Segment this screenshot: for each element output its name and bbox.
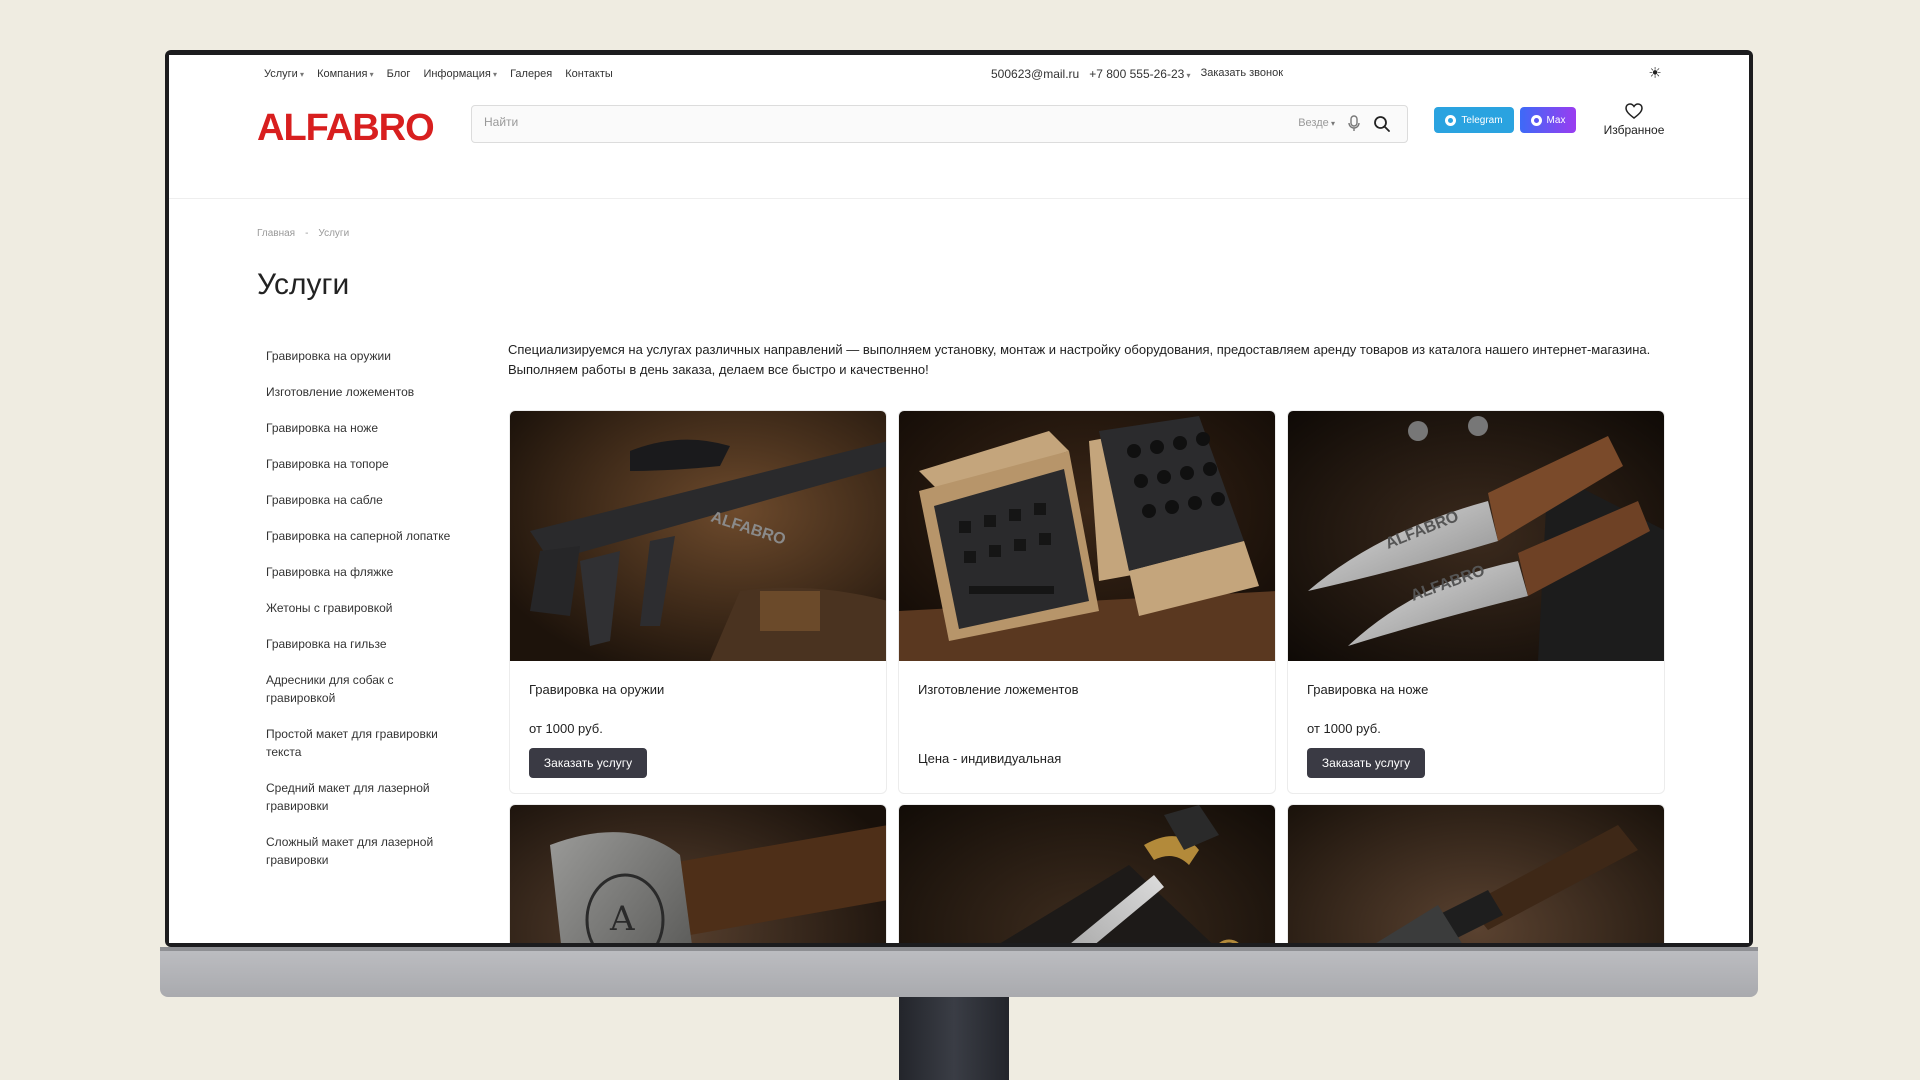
max-label: Max <box>1546 114 1566 126</box>
email-link[interactable]: 500623@mail.ru <box>991 67 1079 81</box>
contacts: 500623@mail.ru +7 800 555-26-23 Заказать… <box>991 67 1283 81</box>
engraved-knives-image[interactable]: ALFABRO ALFABRO <box>1288 411 1664 661</box>
engraved-rifle-image[interactable]: ALFABRO <box>510 411 886 661</box>
monitor-chin <box>160 947 1758 997</box>
engraved-sabre-image[interactable] <box>899 805 1275 943</box>
card-price: от 1000 руб. <box>1307 721 1381 736</box>
card-title[interactable]: Изготовление ложементов <box>918 682 1078 697</box>
max-icon <box>1530 114 1542 126</box>
intro-text: Специализируемся на услугах различных на… <box>508 342 1651 377</box>
topnav-item-blog[interactable]: Блог <box>387 68 411 80</box>
sidebar-item-tokens[interactable]: Жетоны с гравировкой <box>266 599 466 617</box>
sidebar-item-shell-engraving[interactable]: Гравировка на гильзе <box>266 635 466 653</box>
sun-icon[interactable]: ☀ <box>1647 66 1663 82</box>
search-input[interactable] <box>484 115 1184 129</box>
favorites-label: Избранное <box>1603 123 1665 137</box>
sidebar-nav: Гравировка на оружии Изготовление ложеме… <box>266 347 466 887</box>
service-card[interactable]: ALFABRO Гравировка на оружии от 1000 руб… <box>509 410 887 794</box>
search-icon[interactable] <box>1373 115 1391 133</box>
card-price: от 1000 руб. <box>529 721 603 736</box>
topnav-item-contacts[interactable]: Контакты <box>565 68 613 80</box>
heart-icon <box>1625 103 1643 119</box>
top-nav: Услуги Компания Блог Информация Галерея … <box>264 68 613 80</box>
card-title[interactable]: Гравировка на ноже <box>1307 682 1428 697</box>
sidebar-item-complex-layout[interactable]: Сложный макет для лазерной гравировки <box>266 833 466 869</box>
sidebar-item-medium-layout[interactable]: Средний макет для лазерной гравировки <box>266 779 466 815</box>
favorites-button[interactable]: Избранное <box>1599 103 1669 137</box>
topnav-item-services[interactable]: Услуги <box>264 68 304 80</box>
browser-screen: Услуги Компания Блог Информация Галерея … <box>169 55 1749 943</box>
service-card[interactable]: ALFABRO ALFABRO Гравировка на ноже от 10… <box>1287 410 1665 794</box>
telegram-label: Telegram <box>1461 114 1503 126</box>
card-title[interactable]: Гравировка на оружии <box>529 682 664 697</box>
breadcrumb-separator: - <box>305 228 309 239</box>
top-bar: Услуги Компания Блог Информация Галерея … <box>169 55 1749 93</box>
card-price: Цена - индивидуальная <box>918 751 1062 766</box>
telegram-icon <box>1445 114 1457 126</box>
phone-link[interactable]: +7 800 555-26-23 <box>1089 67 1190 81</box>
sidebar-item-sabre-engraving[interactable]: Гравировка на сабле <box>266 491 466 509</box>
service-card[interactable] <box>898 804 1276 943</box>
breadcrumb-home[interactable]: Главная <box>257 228 295 239</box>
svg-text:A: A <box>609 899 635 939</box>
page-title: Услуги <box>257 268 350 301</box>
engraved-shovel-image[interactable]: LFABRO <box>1288 805 1664 943</box>
sidebar-item-shovel-engraving[interactable]: Гравировка на саперной лопатке <box>266 527 466 545</box>
service-card[interactable]: Изготовление ложементов Цена - индивидуа… <box>898 410 1276 794</box>
sidebar-item-knife-engraving[interactable]: Гравировка на ноже <box>266 419 466 437</box>
breadcrumb: Главная - Услуги <box>257 228 349 239</box>
sidebar-item-weapon-engraving[interactable]: Гравировка на оружии <box>266 347 466 365</box>
foam-case-image[interactable] <box>899 411 1275 661</box>
sidebar-item-simple-layout[interactable]: Простой макет для гравировки текста <box>266 725 466 761</box>
search-scope-select[interactable]: Везде <box>1298 117 1335 129</box>
monitor-stand <box>899 997 1009 1080</box>
topnav-item-info[interactable]: Информация <box>423 68 497 80</box>
header: ALFABRO Везде Telegram Max Изб <box>169 93 1749 199</box>
topnav-item-gallery[interactable]: Галерея <box>510 68 552 80</box>
sidebar-item-dog-tags[interactable]: Адресники для собак с гравировкой <box>266 671 466 707</box>
service-card[interactable]: A <box>509 804 887 943</box>
telegram-button[interactable]: Telegram <box>1434 107 1514 133</box>
topnav-item-company[interactable]: Компания <box>317 68 374 80</box>
microphone-icon[interactable] <box>1347 115 1361 133</box>
request-call-link[interactable]: Заказать звонок <box>1201 67 1283 81</box>
max-button[interactable]: Max <box>1520 107 1576 133</box>
service-card[interactable]: LFABRO <box>1287 804 1665 943</box>
sidebar-item-flask-engraving[interactable]: Гравировка на фляжке <box>266 563 466 581</box>
order-service-button[interactable]: Заказать услугу <box>529 748 647 778</box>
search-bar: Везде <box>471 105 1408 143</box>
sidebar-item-axe-engraving[interactable]: Гравировка на топоре <box>266 455 466 473</box>
logo[interactable]: ALFABRO <box>257 107 435 150</box>
sidebar-item-foam-inserts[interactable]: Изготовление ложементов <box>266 383 466 401</box>
breadcrumb-current: Услуги <box>318 228 350 239</box>
engraved-axe-image[interactable]: A <box>510 805 886 943</box>
order-service-button[interactable]: Заказать услугу <box>1307 748 1425 778</box>
